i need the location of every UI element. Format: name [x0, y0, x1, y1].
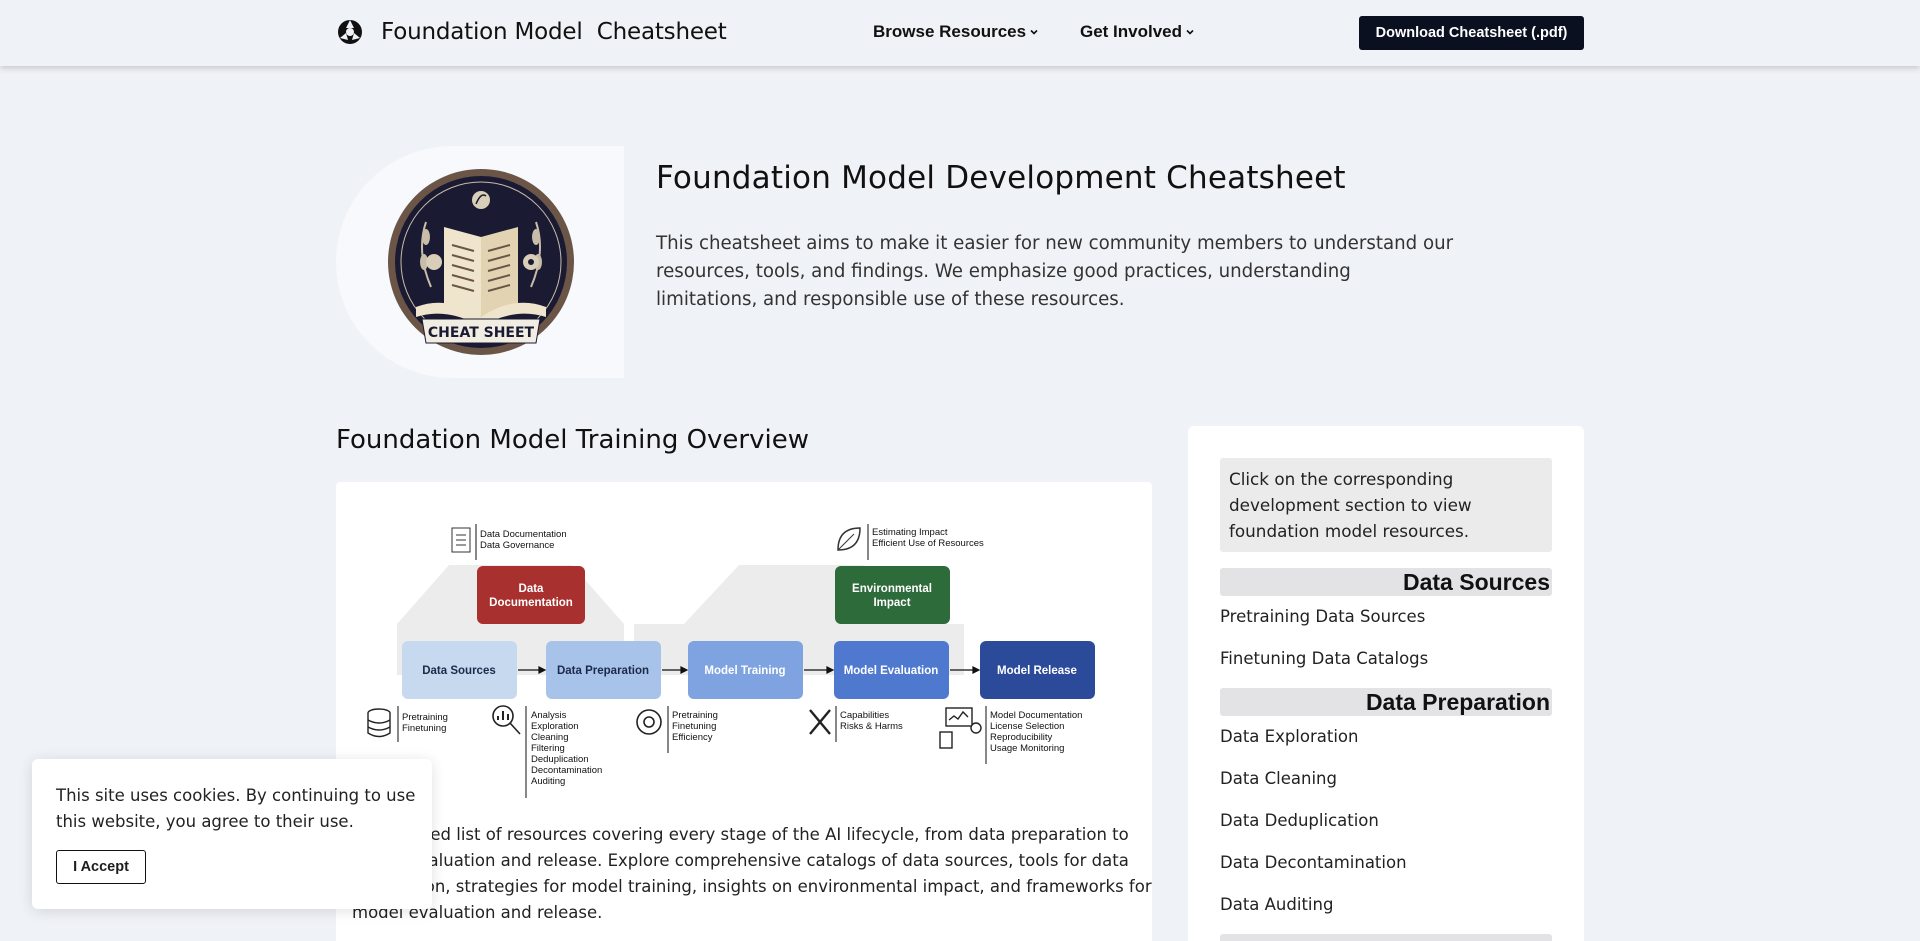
- environmental-impact-label-2: Impact: [873, 597, 910, 609]
- get-involved-label: Get Involved: [1080, 22, 1183, 41]
- brand-link[interactable]: Foundation Model Cheatsheet: [336, 18, 727, 46]
- sidebar-item-data-exploration[interactable]: Data Exploration: [1220, 727, 1359, 746]
- prep-sub-7: Auditing: [531, 776, 565, 787]
- chevron-down-icon: [1030, 29, 1038, 35]
- leaf-top-icon: [837, 527, 861, 551]
- sidebar-item-pretraining-data-sources[interactable]: Pretraining Data Sources: [1220, 607, 1425, 626]
- browse-resources-menu[interactable]: Browse Resources: [873, 22, 1039, 42]
- release-sub-1: Model Documentation: [990, 710, 1082, 721]
- sidebar-item-data-decontamination[interactable]: Data Decontamination: [1220, 853, 1407, 872]
- prep-sub-2: Exploration: [531, 721, 579, 732]
- model-evaluation-label: Model Evaluation: [844, 665, 939, 677]
- magnifier-chart-icon: [492, 705, 521, 735]
- sidebar-item-data-auditing[interactable]: Data Auditing: [1220, 895, 1333, 914]
- env-top-label-1: Estimating Impact: [872, 527, 948, 538]
- brand-logo-icon: [338, 20, 362, 44]
- training-sub-1: Pretraining: [672, 710, 718, 721]
- model-training-label: Model Training: [704, 665, 785, 677]
- training-sub-3: Efficiency: [672, 732, 713, 743]
- sidebar: Click on the corresponding development s…: [1188, 426, 1584, 941]
- evaluation-sub-1: Capabilities: [840, 710, 889, 721]
- sidebar-item-data-cleaning[interactable]: Data Cleaning: [1220, 769, 1337, 788]
- cookie-banner: This site uses cookies. By continuing to…: [32, 759, 432, 909]
- model-release-label: Model Release: [997, 665, 1077, 677]
- get-involved-menu[interactable]: Get Involved: [1080, 22, 1195, 42]
- prep-sub-5: Deduplication: [531, 754, 589, 765]
- top-navbar: Foundation Model Cheatsheet Browse Resou…: [0, 0, 1920, 66]
- chevron-down-icon: [1186, 29, 1194, 35]
- cheat-sheet-seal-icon: CHEAT SHEET: [388, 169, 574, 355]
- tools-icon: [809, 709, 831, 735]
- training-sub-2: Finetuning: [672, 721, 716, 732]
- browse-resources-label: Browse Resources: [873, 22, 1027, 41]
- accept-cookies-button[interactable]: I Accept: [56, 850, 146, 884]
- env-top-label-2: Efficient Use of Resources: [872, 538, 984, 549]
- data-documentation-label-1: Data: [519, 583, 545, 595]
- hero-description: This cheatsheet aims to make it easier f…: [656, 233, 1454, 310]
- overview-title: Foundation Model Training Overview: [336, 425, 809, 455]
- doc-top-label-1: Data Documentation: [480, 529, 567, 540]
- lifecycle-diagram: Data Documentation Data Governance Estim…: [367, 524, 1095, 798]
- sidebar-note: Click on the corresponding development s…: [1220, 458, 1552, 552]
- monitor-icon: [939, 707, 982, 749]
- cookie-text: This site uses cookies. By continuing to…: [56, 786, 416, 831]
- gear-icon: [636, 709, 662, 735]
- brand-title: Foundation Model Cheatsheet: [381, 19, 727, 45]
- data-sources-label: Data Sources: [422, 665, 496, 677]
- doc-top-label-2: Data Governance: [480, 540, 554, 551]
- page-title: Foundation Model Development Cheatsheet: [656, 160, 1346, 196]
- sources-sub-1: Pretraining: [402, 712, 448, 723]
- data-preparation-label: Data Preparation: [557, 665, 649, 677]
- hero-image-panel: CHEAT SHEET: [336, 146, 624, 378]
- environmental-impact-label-1: Environmental: [852, 583, 932, 595]
- environmental-impact-box[interactable]: [835, 566, 950, 624]
- overview-description: Our curated list of resources covering e…: [352, 825, 1152, 922]
- prep-sub-3: Cleaning: [531, 732, 569, 743]
- release-sub-3: Reproducibility: [990, 732, 1053, 743]
- database-icon: [367, 708, 391, 738]
- download-cheatsheet-button[interactable]: Download Cheatsheet (.pdf): [1359, 16, 1584, 50]
- seal-text: CHEAT SHEET: [428, 325, 535, 341]
- release-sub-4: Usage Monitoring: [990, 743, 1064, 754]
- evaluation-sub-2: Risks & Harms: [840, 721, 903, 732]
- sidebar-item-data-deduplication[interactable]: Data Deduplication: [1220, 811, 1379, 830]
- sidebar-heading-data-sources[interactable]: Data Sources: [1220, 568, 1552, 596]
- release-sub-2: License Selection: [990, 721, 1064, 732]
- sidebar-item-finetuning-data-catalogs[interactable]: Finetuning Data Catalogs: [1220, 649, 1428, 668]
- data-documentation-box[interactable]: [477, 566, 585, 624]
- documentation-top-icon: [451, 527, 471, 553]
- overview-card: Data Documentation Data Governance Estim…: [336, 482, 1152, 941]
- sidebar-heading-data-preparation[interactable]: Data Preparation: [1220, 688, 1552, 716]
- sidebar-heading-next[interactable]: [1220, 934, 1552, 941]
- data-documentation-label-2: Documentation: [489, 597, 573, 609]
- prep-sub-4: Filtering: [531, 743, 565, 754]
- prep-sub-6: Decontamination: [531, 765, 602, 776]
- sources-sub-2: Finetuning: [402, 723, 446, 734]
- prep-sub-1: Analysis: [531, 710, 567, 721]
